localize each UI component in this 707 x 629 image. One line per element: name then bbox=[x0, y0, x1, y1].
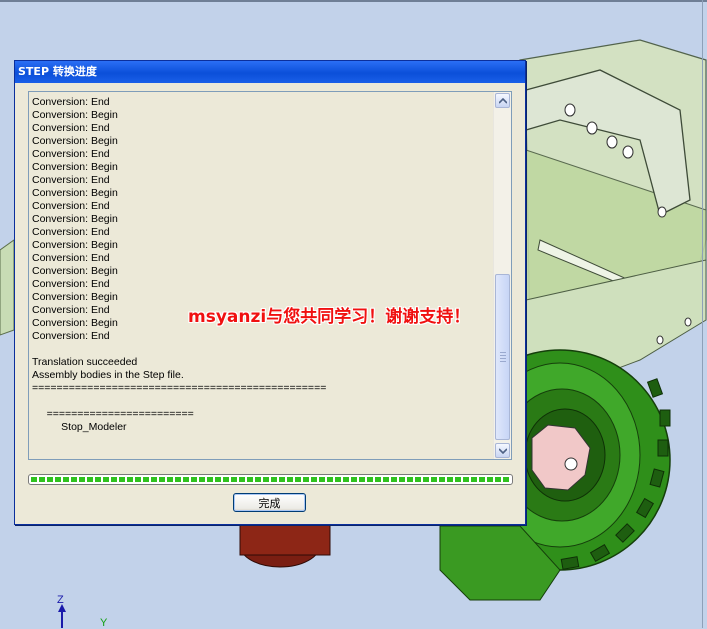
log-line: Conversion: End bbox=[32, 252, 110, 264]
viewport-right-border bbox=[702, 0, 703, 628]
axis-y-label: Y bbox=[100, 617, 108, 629]
log-line: Assembly bodies in the Step file. bbox=[32, 369, 184, 381]
conversion-log[interactable]: Conversion: End Conversion: Begin Conversi… bbox=[28, 91, 512, 460]
conversion-log-text: Conversion: End Conversion: Begin Conversi… bbox=[32, 96, 492, 434]
conversion-progress-bar bbox=[28, 474, 513, 485]
scroll-down-button[interactable] bbox=[495, 443, 510, 458]
log-line: Conversion: Begin bbox=[32, 265, 118, 277]
log-line: Conversion: End bbox=[32, 278, 110, 290]
log-line: Conversion: Begin bbox=[32, 109, 118, 121]
dialog-titlebar[interactable]: STEP 转换进度 bbox=[15, 61, 525, 83]
log-line: ========================================… bbox=[32, 382, 327, 394]
log-line: Conversion: End bbox=[32, 226, 110, 238]
log-line: Conversion: Begin bbox=[32, 135, 118, 147]
finish-button[interactable]: 完成 bbox=[233, 493, 306, 512]
log-line: Conversion: Begin bbox=[32, 213, 118, 225]
log-line: Conversion: Begin bbox=[32, 239, 118, 251]
log-line: Conversion: End bbox=[32, 200, 110, 212]
scroll-thumb[interactable] bbox=[495, 274, 510, 440]
scroll-up-button[interactable] bbox=[495, 93, 510, 108]
progress-fill bbox=[31, 477, 510, 482]
log-line: Conversion: End bbox=[32, 96, 110, 108]
log-line: Stop_Modeler bbox=[32, 421, 127, 433]
log-scrollbar[interactable] bbox=[493, 92, 511, 459]
watermark-text: msyanzi与您共同学习！谢谢支持！ bbox=[188, 307, 471, 327]
log-line: Conversion: Begin bbox=[32, 161, 118, 173]
log-line: Translation succeeded bbox=[32, 356, 138, 368]
log-line: Conversion: End bbox=[32, 148, 110, 160]
dialog-title: STEP 转换进度 bbox=[18, 65, 97, 78]
grip-icon bbox=[500, 352, 506, 364]
log-line: Conversion: Begin bbox=[32, 187, 118, 199]
log-line: Conversion: End bbox=[32, 122, 110, 134]
viewport-top-border bbox=[0, 0, 707, 2]
step-conversion-progress-dialog: STEP 转换进度 Conversion: End Conversion: Beg… bbox=[14, 60, 526, 525]
log-line: ======================== bbox=[32, 408, 194, 420]
log-line: Conversion: End bbox=[32, 330, 110, 342]
chevron-down-icon bbox=[499, 448, 507, 454]
log-line: Conversion: End bbox=[32, 174, 110, 186]
axis-z-label: Z bbox=[57, 594, 64, 606]
chevron-up-icon bbox=[499, 98, 507, 104]
